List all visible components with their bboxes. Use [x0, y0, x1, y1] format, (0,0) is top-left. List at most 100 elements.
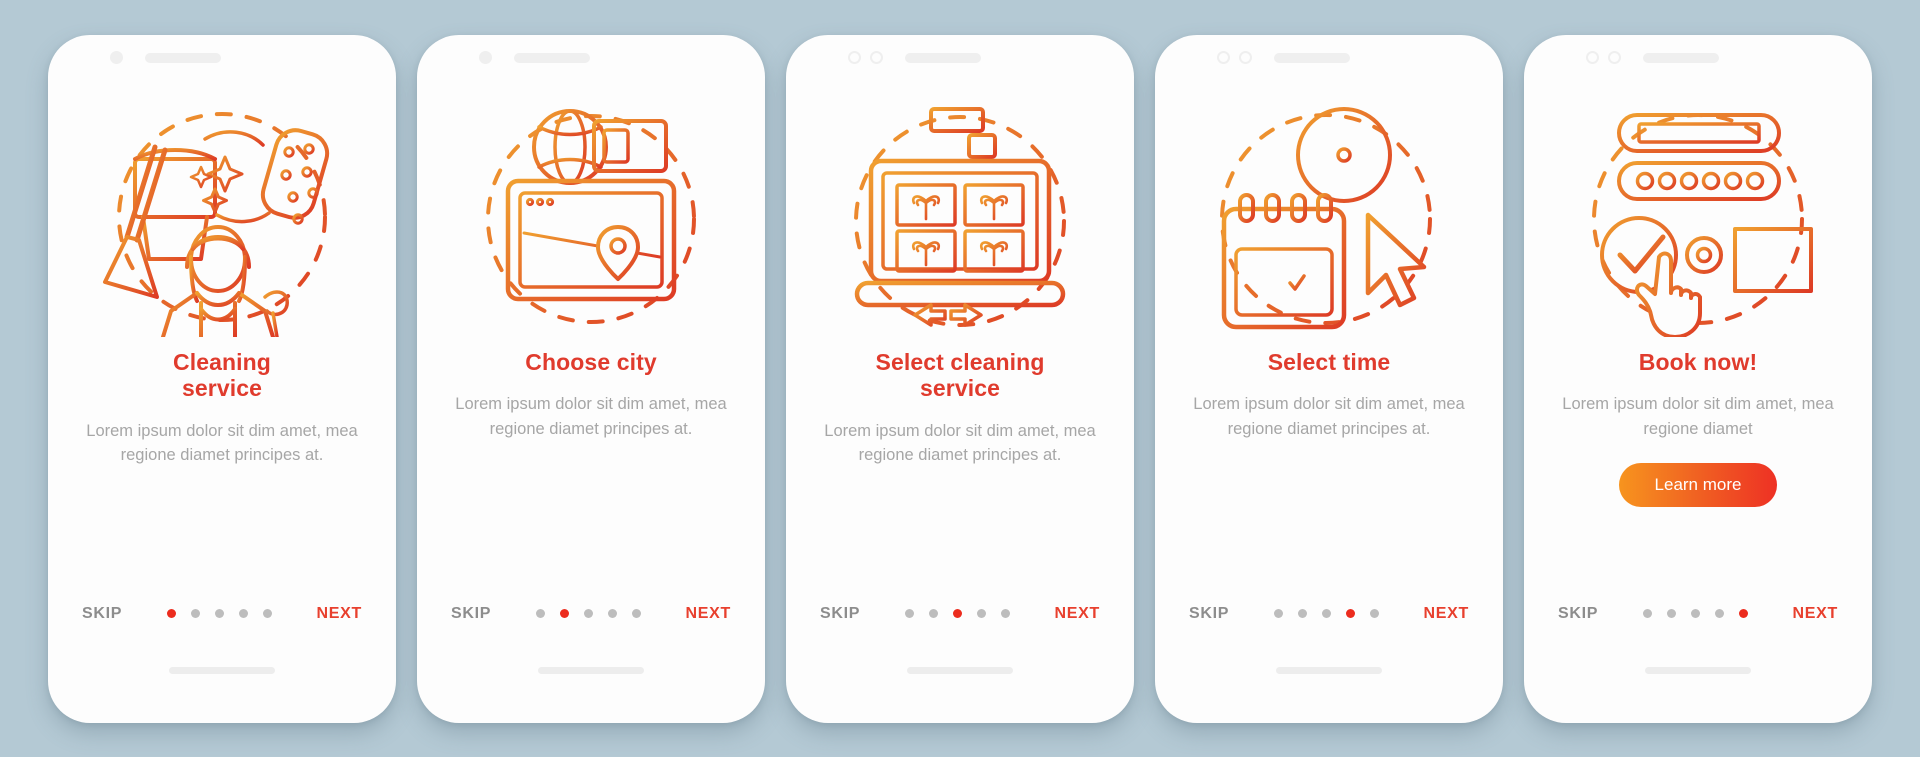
text-block: Select time Lorem ipsum dolor sit dim am…: [1155, 349, 1503, 441]
home-indicator-area: [786, 637, 1134, 723]
page-title: Select cleaning service: [875, 348, 1045, 402]
home-indicator-bar[interactable]: [538, 666, 644, 674]
next-button[interactable]: NEXT: [317, 605, 362, 623]
onboarding-nav: SKIP NEXT: [1155, 591, 1503, 637]
home-indicator-area: [48, 637, 396, 723]
speaker-pill-icon: [145, 52, 221, 63]
phone-status-bar: [417, 35, 765, 81]
pagination-dot[interactable]: [904, 609, 914, 618]
home-indicator-bar[interactable]: [1645, 666, 1751, 674]
illustration-laptop-service-grid: [786, 81, 1134, 349]
pagination-dots: [166, 609, 272, 618]
onboarding-nav: SKIP NEXT: [417, 591, 765, 637]
page-subtitle: Lorem ipsum dolor sit dim amet, mea regi…: [824, 421, 1096, 465]
camera-dot-icon: [1217, 51, 1230, 64]
home-indicator-bar[interactable]: [907, 666, 1013, 674]
camera-dot-icon: [1608, 51, 1621, 64]
pagination-dot[interactable]: [1273, 609, 1283, 618]
home-indicator-bar[interactable]: [1276, 666, 1382, 674]
pagination-dots: [904, 609, 1010, 618]
pagination-dot[interactable]: [214, 609, 224, 618]
pagination-dots: [535, 609, 641, 618]
onboarding-nav: SKIP NEXT: [786, 591, 1134, 637]
camera-dot-icon: [1239, 51, 1252, 64]
next-button[interactable]: NEXT: [1424, 605, 1469, 623]
pagination-dot[interactable]: [1738, 609, 1748, 618]
text-block: Book now! Lorem ipsum dolor sit dim amet…: [1524, 349, 1872, 507]
page-subtitle: Lorem ipsum dolor sit dim amet, mea regi…: [1193, 395, 1465, 438]
phone-status-bar: [786, 35, 1134, 81]
text-block: Cleaning service Lorem ipsum dolor sit di…: [48, 349, 396, 468]
pagination-dot[interactable]: [1297, 609, 1307, 618]
page-title: Cleaning service: [173, 348, 271, 402]
pagination-dot[interactable]: [262, 609, 272, 618]
pagination-dot[interactable]: [1321, 609, 1331, 618]
camera-dot-icon: [110, 51, 123, 64]
pagination-dot[interactable]: [1690, 609, 1700, 618]
onboarding-screens-row: Cleaning service Lorem ipsum dolor sit di…: [0, 0, 1920, 757]
page-subtitle: Lorem ipsum dolor sit dim amet, mea regi…: [455, 395, 727, 438]
skip-button[interactable]: SKIP: [820, 605, 860, 623]
text-block: Select cleaning service Lorem ipsum dolor…: [786, 349, 1134, 468]
phone-status-bar: [48, 35, 396, 81]
pagination-dot[interactable]: [928, 609, 938, 618]
pagination-dot[interactable]: [1000, 609, 1010, 618]
phone-screen-select-time: Select time Lorem ipsum dolor sit dim am…: [1155, 34, 1503, 723]
phone-screen-cleaning-service: Cleaning service Lorem ipsum dolor sit di…: [48, 34, 396, 723]
pagination-dot[interactable]: [952, 609, 962, 618]
home-indicator-area: [1524, 637, 1872, 723]
phone-status-bar: [1155, 35, 1503, 81]
pagination-dot[interactable]: [1345, 609, 1355, 618]
speaker-pill-icon: [905, 52, 981, 63]
skip-button[interactable]: SKIP: [1558, 605, 1598, 623]
next-button[interactable]: NEXT: [686, 605, 731, 623]
next-button[interactable]: NEXT: [1055, 605, 1100, 623]
pagination-dots: [1642, 609, 1748, 618]
skip-button[interactable]: SKIP: [82, 605, 122, 623]
camera-dot-icon: [848, 51, 861, 64]
phone-screen-book-now: Book now! Lorem ipsum dolor sit dim amet…: [1524, 34, 1872, 723]
illustration-mop-bucket-sponge-maid: [48, 81, 396, 349]
pagination-dot[interactable]: [1369, 609, 1379, 618]
page-title: Book now!: [1638, 348, 1758, 375]
illustration-globe-map-monitor: [417, 81, 765, 349]
onboarding-nav: SKIP NEXT: [1524, 591, 1872, 637]
illustration-form-checkmark-hand: [1524, 81, 1872, 349]
pagination-dot[interactable]: [607, 609, 617, 618]
phone-status-bar: [1524, 35, 1872, 81]
speaker-pill-icon: [514, 52, 590, 63]
pagination-dot[interactable]: [1642, 609, 1652, 618]
pagination-dot[interactable]: [1666, 609, 1676, 618]
pagination-dot[interactable]: [976, 609, 986, 618]
camera-dot-icon: [870, 51, 883, 64]
speaker-pill-icon: [1274, 52, 1350, 63]
phone-screen-choose-city: Choose city Lorem ipsum dolor sit dim am…: [417, 34, 765, 723]
onboarding-nav: SKIP NEXT: [48, 591, 396, 637]
page-subtitle: Lorem ipsum dolor sit dim amet, mea regi…: [1562, 395, 1834, 438]
camera-dot-icon: [1586, 51, 1599, 64]
phone-screen-select-cleaning-service: Select cleaning service Lorem ipsum dolor…: [786, 34, 1134, 723]
text-block: Choose city Lorem ipsum dolor sit dim am…: [417, 349, 765, 441]
pagination-dot[interactable]: [190, 609, 200, 618]
pagination-dot[interactable]: [166, 609, 176, 618]
home-indicator-bar[interactable]: [169, 666, 275, 674]
pagination-dot[interactable]: [559, 609, 569, 618]
skip-button[interactable]: SKIP: [1189, 605, 1229, 623]
home-indicator-area: [417, 637, 765, 723]
skip-button[interactable]: SKIP: [451, 605, 491, 623]
pagination-dots: [1273, 609, 1379, 618]
home-indicator-area: [1155, 637, 1503, 723]
pagination-dot[interactable]: [631, 609, 641, 618]
page-subtitle: Lorem ipsum dolor sit dim amet, mea regi…: [86, 421, 358, 465]
illustration-calendar-clock-cursor: [1155, 81, 1503, 349]
pagination-dot[interactable]: [238, 609, 248, 618]
pagination-dot[interactable]: [583, 609, 593, 618]
speaker-pill-icon: [1643, 52, 1719, 63]
pagination-dot[interactable]: [1714, 609, 1724, 618]
learn-more-button[interactable]: Learn more: [1618, 462, 1778, 507]
next-button[interactable]: NEXT: [1793, 605, 1838, 623]
pagination-dot[interactable]: [535, 609, 545, 618]
page-title: Select time: [1267, 348, 1391, 375]
page-title: Choose city: [525, 348, 657, 375]
camera-dot-icon: [479, 51, 492, 64]
